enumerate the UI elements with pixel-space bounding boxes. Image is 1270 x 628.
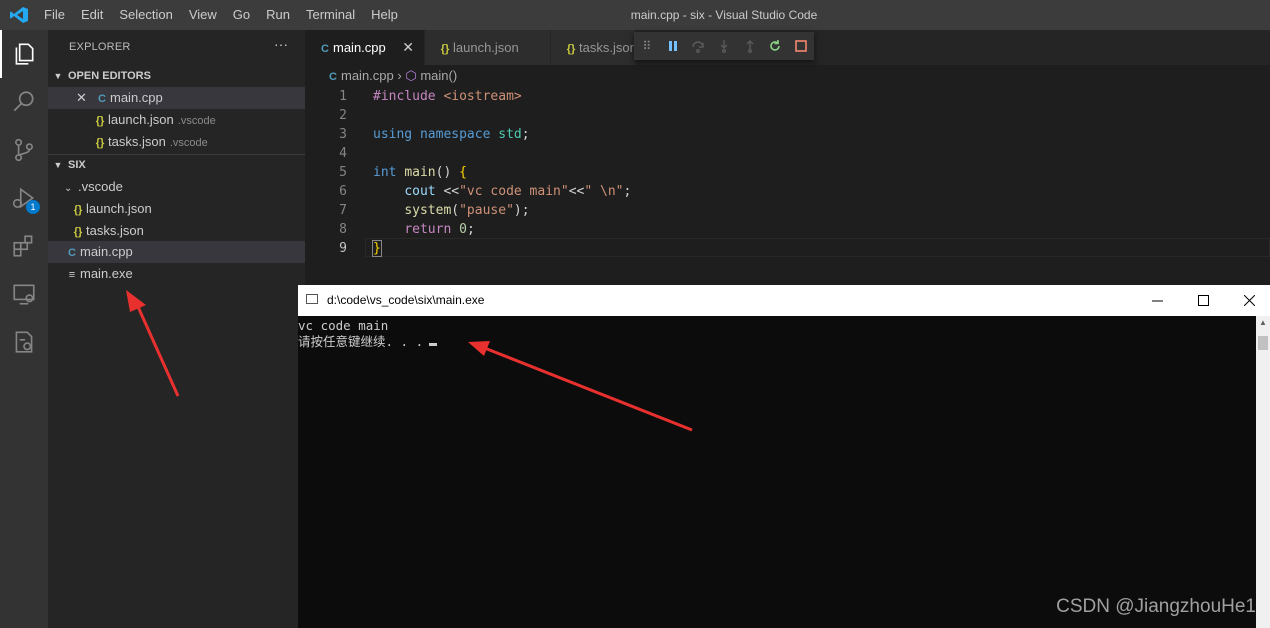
scroll-up-arrow-icon[interactable]: ▲ (1256, 318, 1270, 327)
close-button[interactable] (1226, 285, 1270, 316)
menu-terminal[interactable]: Terminal (298, 0, 363, 30)
code-line: 8 return 0; (339, 222, 475, 237)
restart-icon[interactable] (763, 32, 789, 60)
console-scrollbar[interactable]: ▲ (1256, 316, 1270, 628)
console-line: 请按任意键继续. . . (298, 334, 438, 350)
open-editor-main-cpp[interactable]: ✕ Cmain.cpp (48, 87, 305, 109)
menu-help[interactable]: Help (363, 0, 406, 30)
chevron-down-icon: ▼ (53, 160, 63, 170)
step-into-icon[interactable] (711, 32, 737, 60)
code-line: 3 using namespace std; (339, 127, 530, 142)
folder-header-six[interactable]: ▼ SIX (48, 154, 305, 176)
step-over-icon[interactable] (685, 32, 711, 60)
vscode-logo-icon (10, 7, 28, 23)
debug-badge: 1 (26, 200, 40, 214)
code-editor[interactable]: 1 #include <iostream> 2 3 using namespace … (305, 87, 1270, 287)
search-icon[interactable] (0, 78, 48, 126)
file-lines-icon: ≡ (68, 269, 76, 281)
code-line: 9} (339, 240, 382, 257)
cpp-file-icon: C (98, 93, 106, 105)
folder-vscode[interactable]: ⌄ .vscode (48, 176, 305, 198)
breadcrumb-file[interactable]: main.cpp (341, 68, 394, 83)
text-cursor (429, 343, 438, 346)
file-tasks-json[interactable]: {} tasks.json (48, 220, 305, 242)
open-editor-tasks-json[interactable]: {} tasks.json .vscode (48, 131, 305, 153)
menu-edit[interactable]: Edit (73, 0, 111, 30)
tab-main-cpp[interactable]: Cmain.cpp ✕ (305, 30, 424, 65)
cmake-icon[interactable] (0, 318, 48, 366)
code-text: } (372, 240, 382, 257)
code-text: #include <iostream> (373, 89, 522, 104)
watermark: CSDN @JiangzhouHe1 (1056, 596, 1256, 617)
tab-launch-json[interactable]: {} launch.json (425, 30, 550, 65)
console-output: vc code main 请按任意键继续. . . (298, 318, 438, 350)
chevron-down-icon: ⌄ (64, 183, 73, 194)
file-launch-json[interactable]: {} launch.json (48, 198, 305, 220)
console-app-icon (306, 294, 318, 304)
console-line: vc code main (298, 318, 389, 333)
console-window[interactable]: d:\code\vs_code\six\main.exe vc code mai… (298, 285, 1270, 628)
json-file-icon: {} (95, 137, 105, 149)
breadcrumb-symbol[interactable]: main() (420, 68, 457, 83)
menu-run[interactable]: Run (258, 0, 298, 30)
drag-handle-icon[interactable]: ⠿ (634, 32, 660, 60)
code-line: 1 #include <iostream> (339, 89, 522, 104)
step-out-icon[interactable] (737, 32, 763, 60)
menu-view[interactable]: View (181, 0, 225, 30)
cpp-file-icon: C (68, 247, 76, 259)
menu-bar: File Edit Selection View Go Run Terminal… (36, 0, 406, 30)
json-file-icon: {} (95, 115, 105, 127)
extensions-icon[interactable] (0, 222, 48, 270)
cpp-file-icon: C (329, 71, 337, 83)
scrollbar-thumb[interactable] (1258, 336, 1268, 350)
tab-tasks-json[interactable]: {} tasks.json (551, 30, 635, 65)
maximize-button[interactable] (1180, 285, 1226, 316)
chevron-down-icon: ▼ (53, 71, 63, 81)
code-text: cout <<"vc code main"<<" \n"; (404, 184, 632, 199)
json-file-icon: {} (73, 226, 83, 238)
code-line: 7 system("pause"); (339, 203, 530, 218)
code-line: 6 cout <<"vc code main"<<" \n"; (339, 184, 632, 199)
run-debug-icon[interactable]: 1 (0, 174, 48, 222)
json-file-icon: {} (73, 204, 83, 216)
open-editor-launch-json[interactable]: {} launch.json .vscode (48, 109, 305, 131)
close-icon[interactable]: ✕ (402, 30, 414, 65)
source-control-icon[interactable] (0, 126, 48, 174)
pause-icon[interactable] (660, 32, 686, 60)
method-symbol-icon: ⬡ (405, 68, 417, 83)
json-file-icon: {} (440, 43, 450, 55)
explorer-title: EXPLORER (69, 41, 131, 53)
code-text: return 0; (404, 222, 475, 237)
more-actions-icon[interactable]: ··· (274, 36, 288, 52)
file-main-exe[interactable]: ≡ main.exe (48, 263, 305, 285)
explorer-sidebar: EXPLORER ··· ▼ OPEN EDITORS ✕ Cmain.cpp {}… (48, 30, 305, 628)
cpp-file-icon: C (321, 43, 329, 55)
minimize-button[interactable] (1134, 285, 1180, 316)
json-file-icon: {} (566, 43, 576, 55)
remote-explorer-icon[interactable] (0, 270, 48, 318)
debug-toolbar: ⠿ (634, 32, 814, 60)
breadcrumb: Cmain.cpp › ⬡ main() (325, 65, 457, 87)
open-editors-header[interactable]: ▼ OPEN EDITORS (48, 65, 305, 87)
code-line: 2 (339, 108, 347, 123)
code-line: 5 int main() { (339, 165, 467, 180)
activity-bar: 1 (0, 30, 48, 628)
code-text: using namespace std; (373, 127, 530, 142)
console-title-bar[interactable]: d:\code\vs_code\six\main.exe (298, 285, 1270, 316)
file-main-cpp[interactable]: Cmain.cpp (48, 241, 305, 263)
active-indicator (0, 30, 2, 78)
title-bar: File Edit Selection View Go Run Terminal… (0, 0, 1270, 30)
code-line: 4 (339, 146, 347, 161)
stop-icon[interactable] (788, 32, 814, 60)
code-text: system("pause"); (404, 203, 530, 218)
code-text: int main() { (373, 165, 467, 180)
menu-go[interactable]: Go (225, 0, 258, 30)
close-icon[interactable]: ✕ (76, 87, 94, 109)
explorer-icon[interactable] (0, 30, 48, 78)
console-title: d:\code\vs_code\six\main.exe (327, 293, 485, 307)
menu-selection[interactable]: Selection (111, 0, 180, 30)
menu-file[interactable]: File (36, 0, 73, 30)
